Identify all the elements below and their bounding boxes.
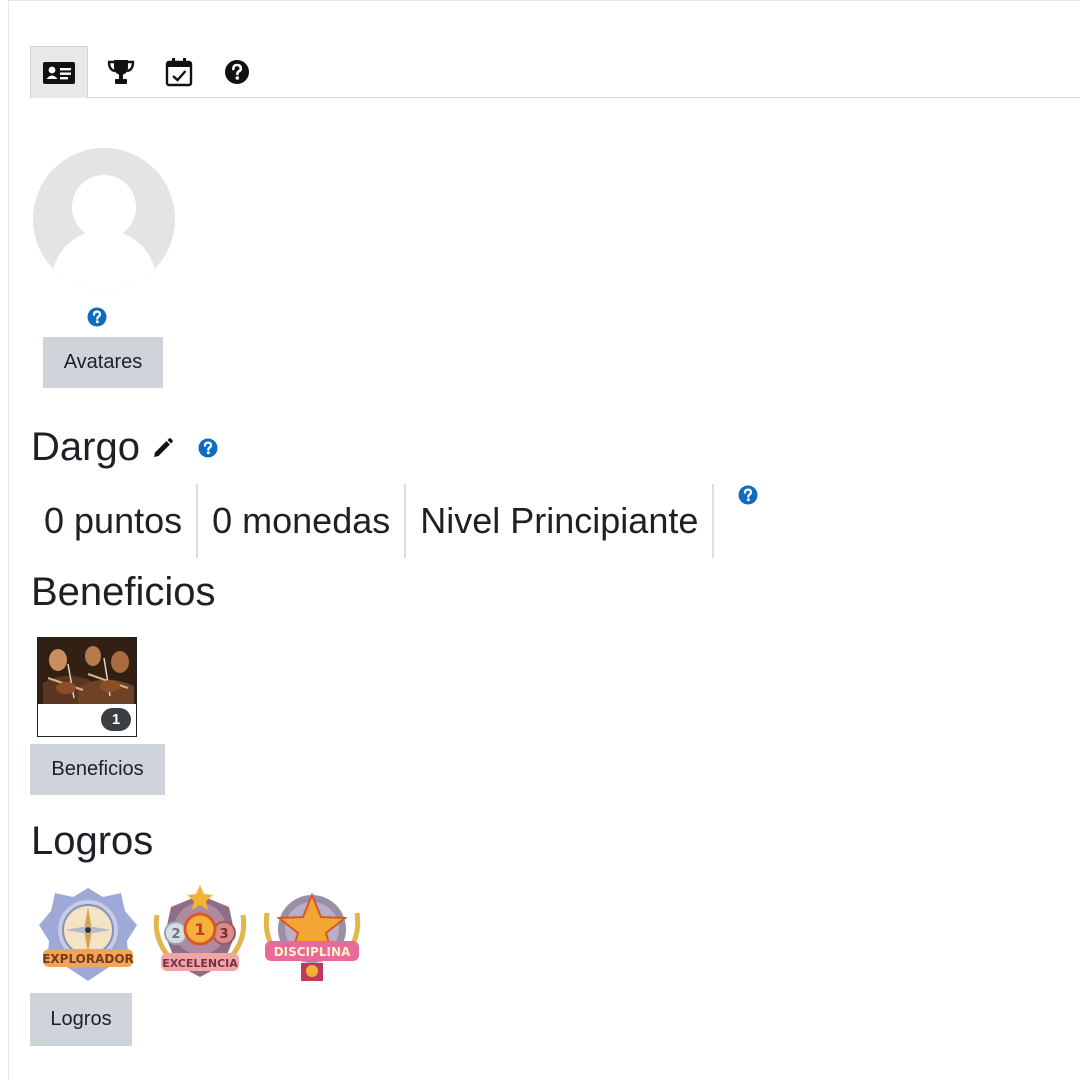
benefit-count-badge: 1 [101,708,131,731]
badge-explorador-label: EXPLORADOR [42,952,134,966]
benefit-image [38,638,136,704]
default-user-icon [33,148,175,290]
calendar-check-icon [165,58,193,87]
username-help-icon[interactable] [198,438,218,463]
tab-profile[interactable] [30,46,88,98]
svg-text:2: 2 [171,927,180,942]
achievements-title: Logros [31,819,154,863]
avatar-help-icon[interactable] [87,307,107,332]
avatars-button[interactable]: Avatares [43,337,163,388]
id-card-icon [43,61,75,84]
pencil-icon[interactable] [152,437,174,464]
page-border-top [8,0,1080,1]
svg-text:1: 1 [194,920,205,939]
username: Dargo [31,424,140,469]
profile-tab-bar [30,46,1080,98]
user-stats: 0 puntos 0 monedas Nivel Principiante [31,484,715,558]
badge-excelencia[interactable]: 2 3 1 EXCELENCIA [149,885,251,987]
achievements-button[interactable]: Logros [30,993,132,1046]
tab-calendar[interactable] [150,46,208,98]
benefits-title: Beneficios [31,570,216,614]
svg-text:3: 3 [219,927,228,942]
points-stat: 0 puntos [31,484,199,558]
badge-excelencia-label: EXCELENCIA [162,957,238,970]
level-help-icon[interactable] [738,485,758,510]
badge-explorador[interactable]: EXPLORADOR [37,885,139,987]
trophy-icon [107,60,135,84]
username-row: Dargo [31,423,218,471]
question-circle-icon [225,60,249,84]
level-stat: Nivel Principiante [406,484,715,558]
page-border-left [8,0,9,1080]
badge-disciplina-label: DISCIPLINA [274,945,351,959]
tab-help[interactable] [208,46,266,98]
coins-stat: 0 monedas [198,484,407,558]
tab-achievements[interactable] [92,46,150,98]
benefits-button[interactable]: Beneficios [30,744,165,795]
badge-disciplina[interactable]: DISCIPLINA [261,885,363,987]
avatar [33,148,175,290]
benefit-item[interactable]: 1 [37,637,137,737]
